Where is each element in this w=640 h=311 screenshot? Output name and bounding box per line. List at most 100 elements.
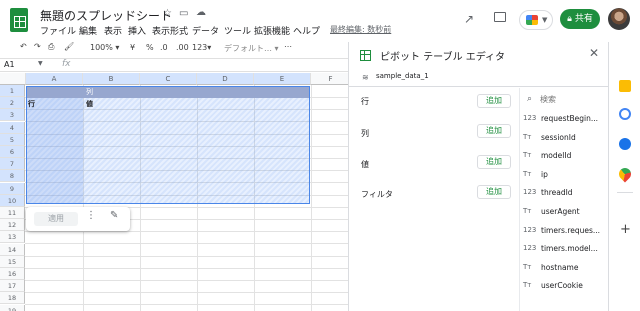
row-header[interactable]: 13 <box>0 231 25 244</box>
menu-data[interactable]: データ <box>192 24 219 37</box>
edit-icon[interactable]: ✎ <box>110 210 118 221</box>
menu-extensions[interactable]: 拡張機能 <box>254 24 290 37</box>
field-type-icon: Tт <box>523 169 532 178</box>
pivot-editor-panel: ピボット テーブル エディタ ✕ ≋ sample_data_1 行 追加 列 … <box>348 42 609 311</box>
field-item[interactable]: Tт hostname <box>523 261 603 275</box>
row-header[interactable]: 10 <box>0 194 25 207</box>
field-item[interactable]: 123 timers.model... <box>523 242 603 256</box>
menu-file[interactable]: ファイル <box>40 24 76 37</box>
undo-icon[interactable]: ↶ <box>20 42 27 51</box>
more-vert-icon[interactable]: ⋮ <box>86 210 96 221</box>
number-format-select[interactable]: 123▾ <box>192 43 211 52</box>
column-header-b[interactable]: B <box>83 73 140 85</box>
field-item[interactable]: 123 threadId <box>523 186 603 200</box>
menu-help[interactable]: ヘルプ <box>293 24 320 37</box>
data-source-name[interactable]: sample_data_1 <box>376 72 429 80</box>
column-header-e[interactable]: E <box>254 73 311 85</box>
increase-decimal-button[interactable]: .00 <box>176 43 189 52</box>
add-rows-button[interactable]: 追加 <box>477 94 511 108</box>
add-columns-button[interactable]: 追加 <box>477 124 511 138</box>
menu-tools[interactable]: ツール <box>224 24 251 37</box>
comment-icon[interactable] <box>494 12 506 22</box>
database-icon: ≋ <box>362 73 369 82</box>
apply-button[interactable]: 適用 <box>34 212 78 226</box>
star-icon[interactable]: ☆ <box>163 8 172 19</box>
row-header[interactable]: 17 <box>0 280 25 293</box>
field-type-icon: Tт <box>523 132 532 141</box>
add-values-button[interactable]: 追加 <box>477 155 511 169</box>
folder-icon[interactable]: ▭ <box>179 8 188 19</box>
column-header-f[interactable]: F <box>311 73 348 85</box>
row-header[interactable]: 8 <box>0 170 25 183</box>
row-header[interactable]: 6 <box>0 146 25 158</box>
percent-button[interactable]: % <box>146 43 154 52</box>
row-header[interactable]: 3 <box>0 109 25 122</box>
sheets-logo-icon[interactable] <box>10 8 28 32</box>
share-label: 共有 <box>574 14 593 24</box>
name-box[interactable]: A1 <box>4 60 15 69</box>
field-type-icon: Tт <box>523 207 532 215</box>
field-item[interactable]: Tт modelId <box>523 149 603 163</box>
grid-line <box>25 255 348 257</box>
row-header[interactable]: 11 <box>0 207 25 219</box>
currency-button[interactable]: ¥ <box>130 43 135 52</box>
last-edit-link[interactable]: 最終編集: 数秒前 <box>330 24 391 35</box>
avatar[interactable] <box>608 8 630 30</box>
keep-icon[interactable] <box>619 80 631 92</box>
tasks-icon[interactable] <box>619 108 631 120</box>
column-header-a[interactable]: A <box>26 73 83 85</box>
print-icon[interactable]: ⎙ <box>48 42 54 52</box>
divider <box>349 86 609 87</box>
row-header[interactable]: 12 <box>0 219 25 232</box>
more-options-icon[interactable]: ⋯ <box>284 42 292 51</box>
values-section-label: 値 <box>361 160 369 169</box>
row-header[interactable]: 15 <box>0 255 25 268</box>
column-header-d[interactable]: D <box>197 73 254 85</box>
chevron-down-icon[interactable]: ▼ <box>38 60 43 67</box>
field-name: hostname <box>541 262 579 272</box>
menu-edit[interactable]: 編集 <box>79 24 97 37</box>
add-addon-icon[interactable]: + <box>620 222 631 237</box>
menu-insert[interactable]: 挿入 <box>128 24 146 37</box>
menu-format[interactable]: 表示形式 <box>152 24 188 37</box>
field-item[interactable]: 123 requestBegin... <box>523 112 603 126</box>
contacts-icon[interactable] <box>619 138 631 150</box>
share-button[interactable]: 🔒︎ 共有 <box>560 9 600 29</box>
grid-line <box>25 267 348 269</box>
grid-line <box>25 243 348 245</box>
row-header[interactable]: 5 <box>0 133 25 146</box>
row-header[interactable]: 4 <box>0 121 25 134</box>
search-icon: ⌕ <box>527 94 533 104</box>
field-search-input[interactable] <box>540 93 600 105</box>
maps-icon[interactable] <box>616 165 634 183</box>
field-name: requestBegin... <box>541 114 599 123</box>
select-all-corner[interactable] <box>0 73 26 85</box>
font-select[interactable]: デフォルト… ▾ <box>224 43 279 54</box>
row-header[interactable]: 7 <box>0 158 25 171</box>
paint-format-icon[interactable]: 🖌︎ <box>64 42 74 51</box>
row-header[interactable]: 18 <box>0 292 25 305</box>
row-header[interactable]: 2 <box>0 97 25 110</box>
field-item[interactable]: 123 timers.reques... <box>523 224 603 238</box>
row-header[interactable]: 9 <box>0 182 25 195</box>
toolbar: ↶ ↷ ⎙ 🖌︎ 100% ▾ ¥ % .0 .00 123▾ デフォルト… ▾… <box>8 42 348 56</box>
field-item[interactable]: Tт userAgent <box>523 205 603 219</box>
doc-title[interactable]: 無題のスプレッドシート <box>40 7 172 24</box>
activity-trend-icon[interactable]: ↗ <box>464 12 474 26</box>
menu-view[interactable]: 表示 <box>104 24 122 37</box>
row-header[interactable]: 19 <box>0 304 25 311</box>
row-header[interactable]: 1 <box>0 85 25 97</box>
row-header[interactable]: 16 <box>0 268 25 280</box>
row-header[interactable]: 14 <box>0 243 25 256</box>
cloud-icon[interactable]: ☁ <box>196 7 206 18</box>
redo-icon[interactable]: ↷ <box>34 42 41 51</box>
column-header-c[interactable]: C <box>140 73 197 85</box>
field-item[interactable]: Tт ip <box>523 168 603 182</box>
field-item[interactable]: Tт sessionId <box>523 131 603 145</box>
add-filters-button[interactable]: 追加 <box>477 185 511 199</box>
field-item[interactable]: Tт userCookie <box>523 279 603 293</box>
meet-button[interactable]: ▼ <box>519 10 553 30</box>
close-icon[interactable]: ✕ <box>589 46 599 60</box>
decrease-decimal-button[interactable]: .0 <box>160 43 168 52</box>
zoom-select[interactable]: 100% ▾ <box>90 43 119 52</box>
